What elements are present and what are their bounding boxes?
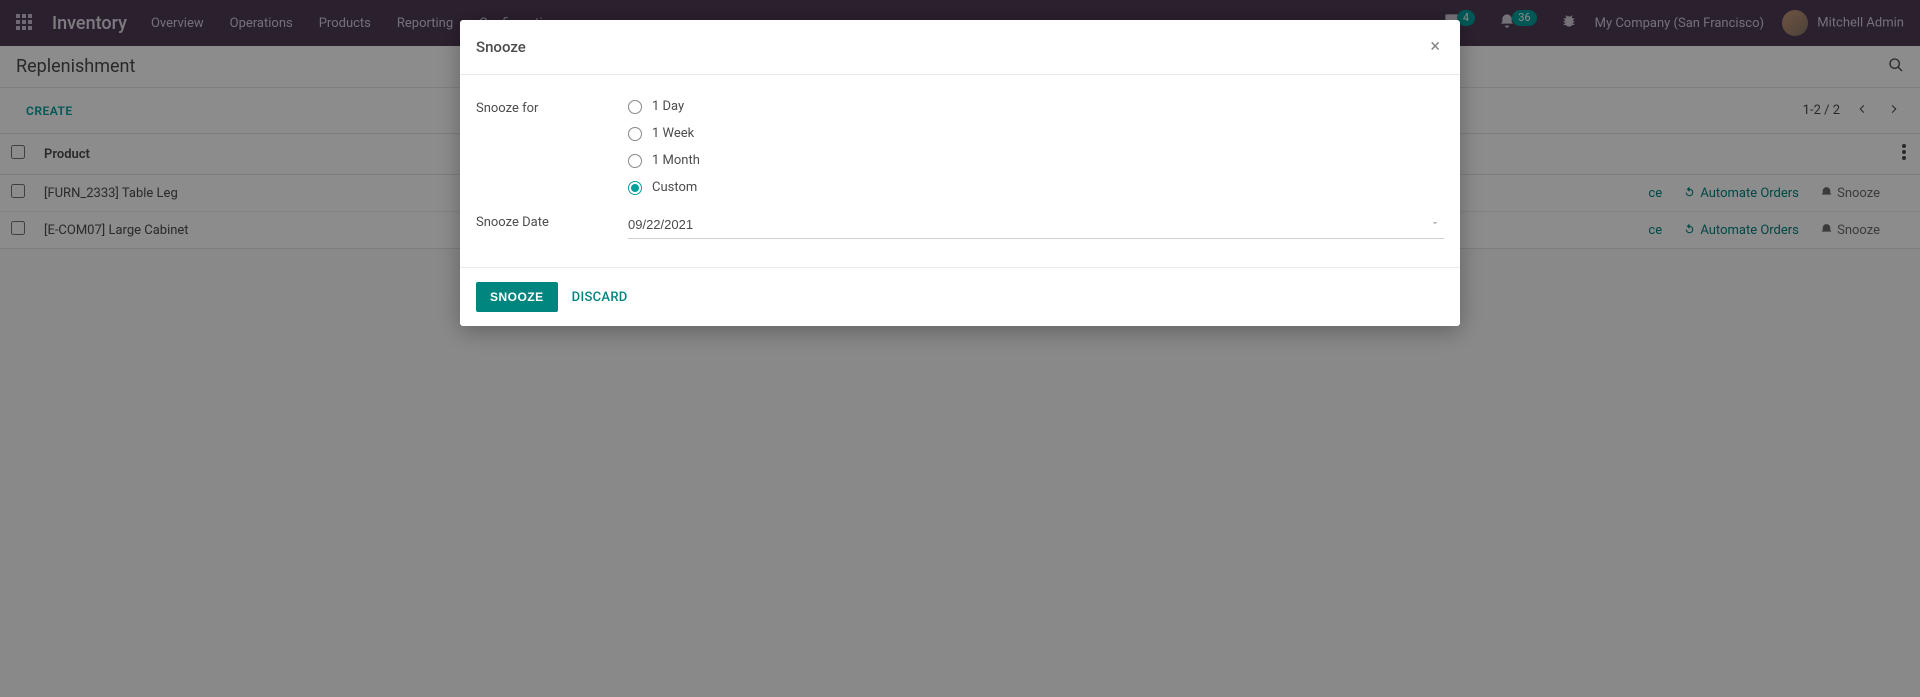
snooze-option-custom[interactable]: Custom (628, 180, 1444, 195)
radio-icon (628, 154, 642, 168)
snooze-date-input[interactable] (628, 213, 1444, 239)
snooze-modal: Snooze × Snooze for 1 Day 1 Week (460, 20, 1460, 326)
modal-title: Snooze (476, 38, 526, 56)
snooze-button[interactable]: SNOOZE (476, 282, 558, 312)
snooze-date-label: Snooze Date (476, 213, 628, 239)
snooze-for-options: 1 Day 1 Week 1 Month Custom (628, 99, 1444, 195)
snooze-option-1week[interactable]: 1 Week (628, 126, 1444, 141)
snooze-option-1day[interactable]: 1 Day (628, 99, 1444, 114)
radio-icon (628, 100, 642, 114)
close-icon[interactable]: × (1426, 34, 1444, 60)
radio-icon (628, 181, 642, 195)
snooze-option-1month[interactable]: 1 Month (628, 153, 1444, 168)
discard-button[interactable]: DISCARD (572, 290, 628, 305)
snooze-for-label: Snooze for (476, 99, 628, 195)
radio-icon (628, 127, 642, 141)
